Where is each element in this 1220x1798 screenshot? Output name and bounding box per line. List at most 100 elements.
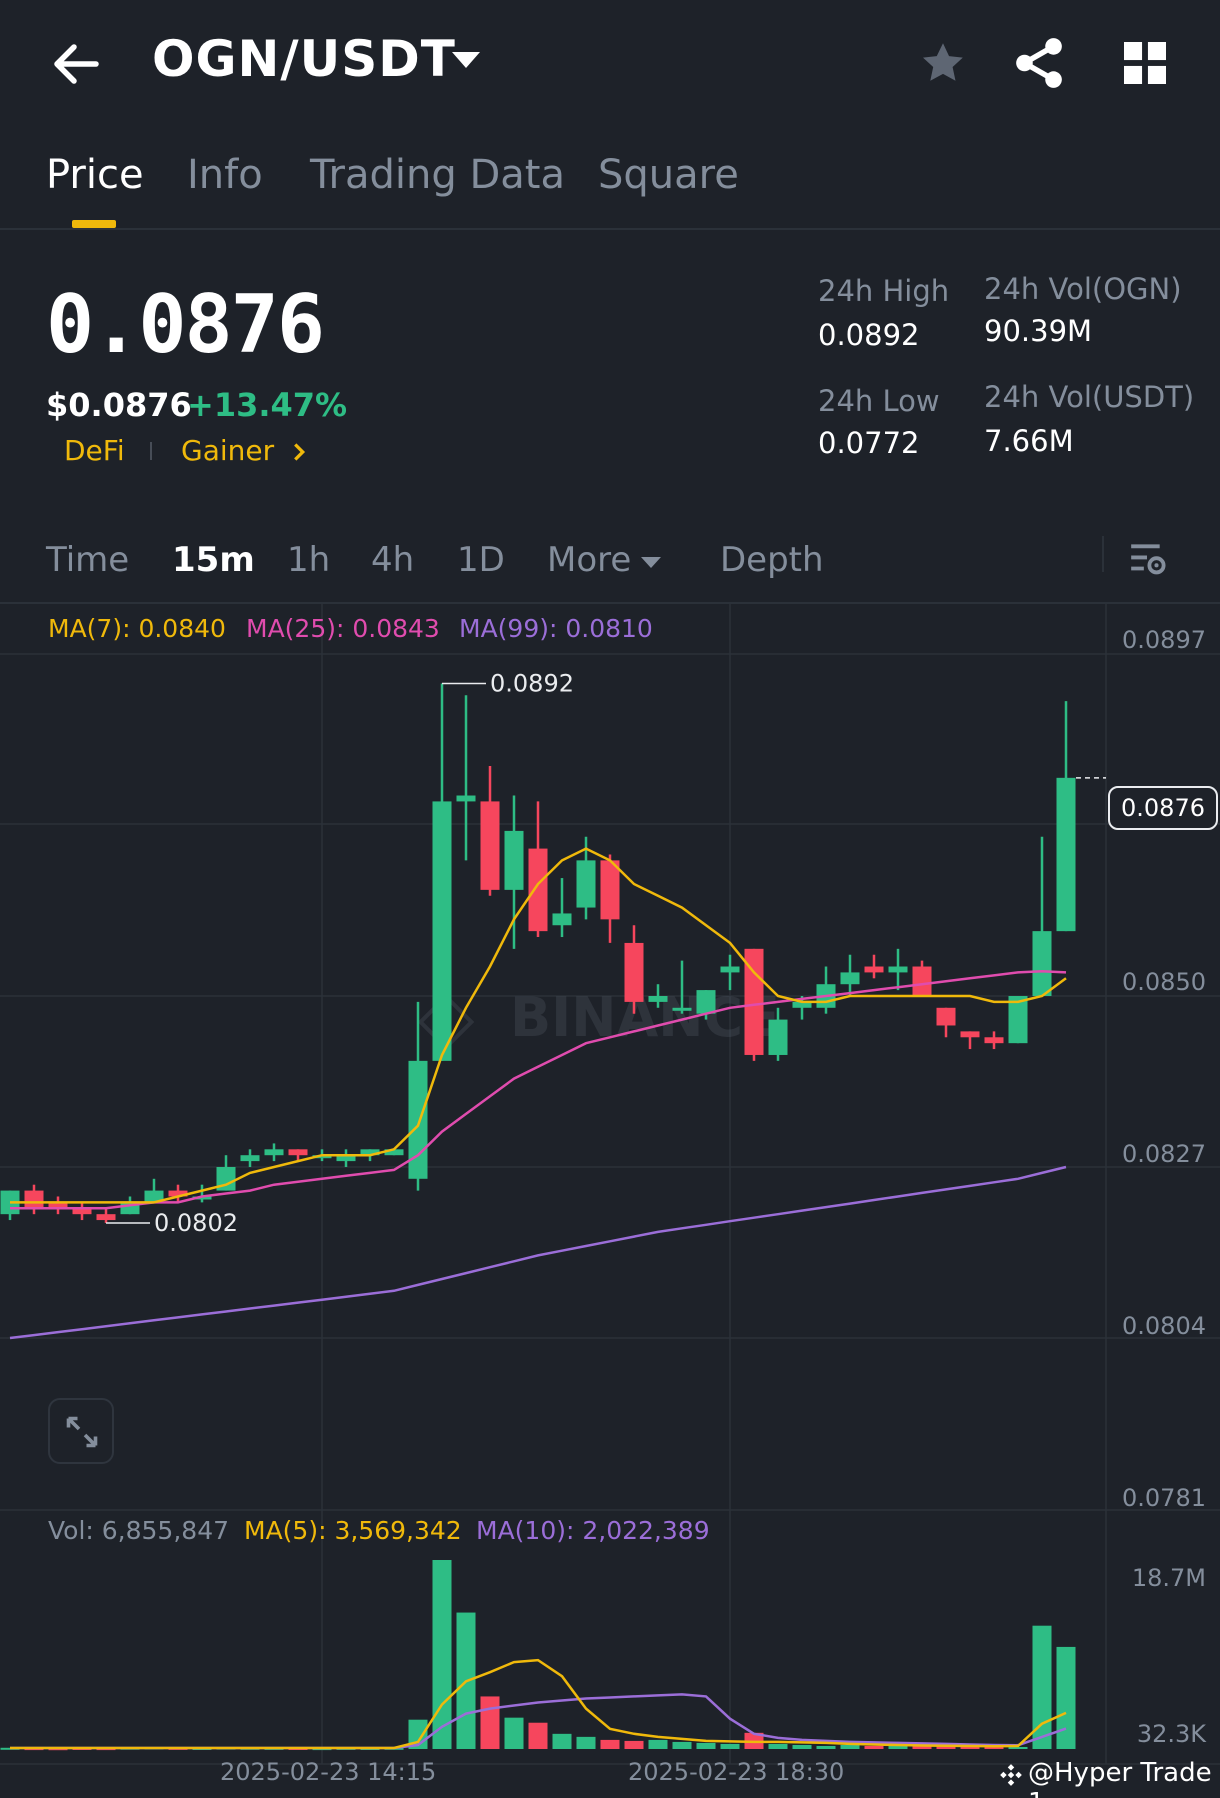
main-tabs: Price Info Trading Data Square [0,140,1220,230]
chevron-right-icon[interactable] [292,442,306,462]
usd-price: $0.0876 [46,386,192,424]
time-axis-label: 2025-02-23 18:30 [628,1758,845,1786]
candle-body [768,1019,788,1055]
candle-body [672,1007,692,1011]
candle-body [264,1149,284,1156]
trading-pair-title[interactable]: OGN/USDT [152,30,456,88]
interval-divider [1102,536,1104,572]
candle-body [984,1037,1004,1044]
candle-body [528,848,548,932]
candle-body [96,1214,116,1221]
interval-4h[interactable]: 4h [371,540,414,580]
volume-bar [432,1560,452,1749]
candle-body [456,795,476,802]
candle-body [240,1155,260,1162]
price-axis-label: 0.0804 [1122,1312,1206,1340]
last-price: 0.0876 [46,278,325,371]
volume-bar [792,1744,812,1749]
interval-1d[interactable]: 1D [457,540,505,580]
volume-axis-label: 32.3K [1136,1720,1206,1748]
stat-24h-vol-quote: 7.66M [984,424,1074,458]
volume-bar [624,1740,644,1749]
volume-bar [528,1722,548,1749]
current-price-tag: 0.0876 [1108,786,1218,830]
candle-body [1056,777,1076,932]
stat-24h-high: 0.0892 [818,318,920,352]
chart-grid [0,604,1220,1765]
volume-bar [768,1743,788,1749]
chart-settings-icon[interactable] [1128,540,1166,578]
tag-divider [150,442,152,460]
stat-24h-high-label: 24h High [818,274,950,308]
price-change-percent: +13.47% [187,386,348,424]
watermark-credit: @Hyper Trade 1 [1028,1758,1212,1798]
volume-bar [816,1745,836,1749]
stat-24h-low-label: 24h Low [818,384,940,418]
interval-more[interactable]: More [547,540,631,580]
volume-bar [1056,1646,1076,1749]
high-marker-label: 0.0892 [490,669,574,697]
tab-price[interactable]: Price [46,152,144,198]
time-axis-label: 2025-02-23 14:15 [220,1758,437,1786]
grid-icon[interactable] [1124,42,1166,84]
volume-bar [672,1741,692,1749]
candle-body [936,1007,956,1026]
volume-bars [0,1560,1076,1751]
volume-legend: Vol: 6,855,847 [48,1516,230,1545]
volume-bar [600,1739,620,1749]
candle-body [576,860,596,908]
interval-15m[interactable]: 15m [172,540,255,580]
ma99-legend: MA(99): 0.0810 [459,614,653,643]
tag-defi[interactable]: DeFi [64,434,125,467]
tab-trading-data[interactable]: Trading Data [310,152,565,198]
price-axis-label: 0.0897 [1122,626,1206,654]
candle-body [24,1190,44,1209]
volume-bar [480,1696,500,1749]
stat-24h-low: 0.0772 [818,426,920,460]
price-chart[interactable]: BINANCE 0.0892 0.0802 [0,604,1220,1798]
interval-1h[interactable]: 1h [287,540,330,580]
interval-time[interactable]: Time [46,540,129,580]
price-markers: 0.0892 0.0802 [106,669,1106,1237]
tab-square[interactable]: Square [598,152,739,198]
volume-bar [504,1717,524,1749]
volume-bar [696,1742,716,1749]
candle-body [288,1149,308,1156]
candle-body [648,996,668,1002]
volume-bar [648,1739,668,1749]
tag-gainer[interactable]: Gainer [181,434,274,467]
svg-text:BINANCE: BINANCE [510,986,780,1049]
volume-ma5-legend: MA(5): 3,569,342 [244,1516,462,1545]
volume-bar [576,1736,596,1749]
candle-body [408,1060,428,1179]
candles [0,683,1076,1224]
expand-icon [66,1416,98,1448]
candle-body [1032,931,1052,996]
interval-bar: Time 15m 1h 4h 1D More Depth [0,530,1220,604]
star-icon[interactable] [918,38,968,88]
more-dropdown-icon[interactable] [640,556,662,570]
candle-body [720,966,740,973]
candle-body [624,942,644,1002]
interval-depth[interactable]: Depth [720,540,824,580]
volume-axis-label: 18.7M [1131,1564,1206,1592]
tab-info[interactable]: Info [187,152,263,198]
stat-24h-vol-base-label: 24h Vol(OGN) [984,272,1182,306]
volume-bar [840,1744,860,1749]
chevron-down-icon[interactable] [452,52,480,68]
ma7-legend: MA(7): 0.0840 [48,614,226,643]
candle-body [888,966,908,973]
candle-body [504,830,524,890]
candle-body [432,801,452,1061]
expand-chart-button[interactable] [48,1398,114,1464]
price-axis-label: 0.0850 [1122,968,1206,996]
volume-bar [720,1743,740,1749]
price-axis-label: 0.0827 [1122,1140,1206,1168]
candle-body [960,1031,980,1038]
candle-body [696,990,716,1014]
ma99-line [9,1165,1067,1340]
back-arrow-icon[interactable] [48,36,104,92]
share-icon[interactable] [1014,36,1064,90]
low-marker-label: 0.0802 [154,1209,238,1237]
volume-bar [552,1733,572,1749]
